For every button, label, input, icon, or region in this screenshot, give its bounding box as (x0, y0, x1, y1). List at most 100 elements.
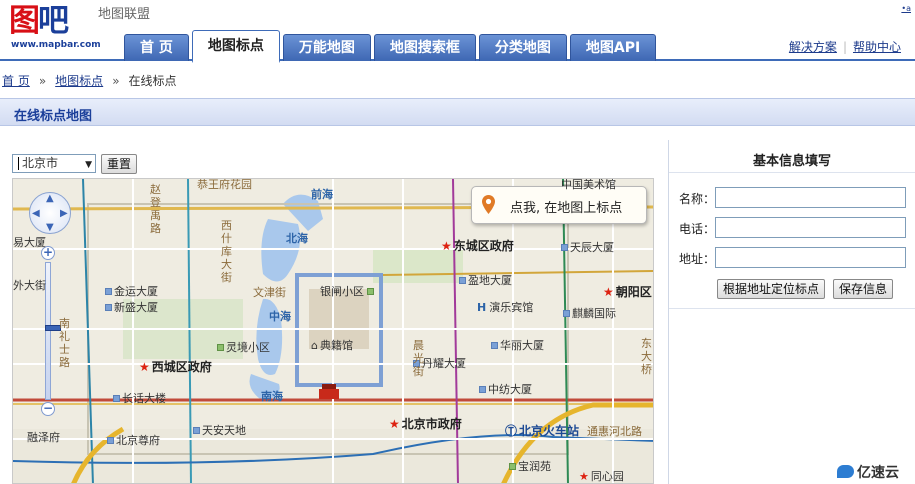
building-icon (459, 277, 466, 284)
site-header: 图吧 www.mapbar.com 地图联盟 •a 首 页 地图标点 万能地图 … (0, 0, 915, 63)
star-icon: ★ (603, 285, 614, 299)
section-title: 在线标点地图 (14, 109, 93, 124)
map-label-text: 西城区政府 (151, 360, 212, 374)
city-select[interactable]: 北京市 ▼ (12, 154, 96, 173)
map-label-text: 同心园 (590, 470, 624, 483)
section-header-bar: 在线标点地图 (0, 98, 915, 126)
map-label: 中纺大厦 (479, 381, 532, 397)
tab-category-map[interactable]: 分类地图 (478, 34, 567, 61)
breadcrumb-arrow: » (112, 74, 120, 88)
map-label: 天安天地 (193, 422, 246, 438)
pan-down-icon[interactable]: ▼ (46, 223, 54, 233)
map-label: 北京尊府 (107, 432, 160, 448)
map-label-text: 华丽大厦 (500, 339, 544, 352)
park-icon (217, 344, 224, 351)
panel-divider (669, 172, 915, 173)
map-label: 南海 (261, 390, 283, 403)
map-label-text: 新盛大厦 (114, 301, 158, 314)
map-label-text: 天辰大厦 (570, 241, 614, 254)
tab-map-search-box[interactable]: 地图搜索框 (373, 34, 476, 61)
map-label: 北海 (286, 232, 308, 245)
map-label: 晨光街 (413, 339, 424, 378)
mark-on-map-button[interactable]: 点我, 在地图上标点 (471, 186, 647, 224)
phone-input[interactable] (715, 217, 906, 238)
map-label: 外大街 (13, 279, 46, 292)
park-icon (367, 288, 374, 295)
map-label: 赵登禹路 (150, 183, 161, 235)
map-label: 华丽大厦 (491, 337, 544, 353)
name-input[interactable] (715, 187, 906, 208)
map-label: 银闸小区 (320, 283, 376, 299)
breadcrumb-arrow: » (38, 74, 47, 88)
map-label: 中国美术馆 (561, 178, 616, 191)
zoom-out-button[interactable]: − (41, 402, 55, 416)
tab-map-mark[interactable]: 地图标点 (191, 30, 280, 63)
star-icon: ★ (579, 470, 589, 483)
address-input[interactable] (715, 247, 906, 268)
map-zoom-control: + − (41, 246, 61, 418)
cloud-logo-icon (837, 465, 854, 478)
pan-left-icon[interactable]: ◀ (32, 209, 40, 219)
map-label: H 演乐宾馆 (477, 299, 533, 315)
building-icon (193, 427, 200, 434)
map-label-text: 天安天地 (202, 424, 246, 437)
map-label-text: 东城区政府 (453, 239, 514, 253)
save-info-button[interactable]: 保存信息 (833, 279, 894, 299)
map-label: ★ 西城区政府 (139, 358, 212, 375)
map-label-text: 银闸小区 (320, 285, 364, 298)
map-label-text: 中纺大厦 (488, 383, 532, 396)
breadcrumb-home[interactable]: 首 页 (2, 74, 30, 88)
star-icon: ★ (441, 239, 452, 253)
map-label-text: 盈地大厦 (468, 274, 512, 287)
landmark-icon: ⌂ (311, 339, 318, 352)
map-label: 天辰大厦 (561, 239, 614, 255)
map-label: 恭王府花园 (197, 178, 252, 191)
map-label-text: 丹耀大厦 (422, 357, 466, 370)
info-panel: 基本信息填写 名称： 电话： 地址： 根据地址定位标点 保存信息 (668, 140, 915, 484)
map-label: 南礼士路 (59, 317, 70, 369)
logo-text: 图吧 (9, 3, 69, 39)
map-label: ★ 朝阳区 (603, 283, 652, 300)
map-label: 易大厦 (13, 236, 46, 249)
link-separator: | (842, 40, 847, 54)
map-label-text: 麒麟国际 (572, 307, 616, 320)
address-label: 地址： (679, 252, 716, 266)
tab-map-api[interactable]: 地图API (569, 34, 657, 61)
map-label: 通惠河北路 (587, 425, 642, 438)
map-label: 融泽府 (27, 431, 60, 444)
mapbar-logo[interactable]: 图吧 www.mapbar.com (9, 2, 101, 52)
map-label: 麒麟国际 (563, 305, 616, 321)
watermark-text: 亿速云 (857, 465, 899, 481)
building-icon (479, 386, 486, 393)
main-tabs: 首 页 地图标点 万能地图 地图搜索框 分类地图 地图API (124, 28, 659, 63)
map-label-text: 灵境小区 (226, 341, 270, 354)
map-label: ★ 东城区政府 (441, 237, 514, 254)
map-label: ★ 北京市政府 (389, 415, 462, 432)
map-label: 盈地大厦 (459, 272, 512, 288)
reset-button[interactable]: 重置 (101, 154, 138, 174)
map-canvas[interactable]: ▲ ▼ ◀ ▶ + − 点我, 在地图上标点 恭王府花园 前海 中国美术馆 易大… (12, 178, 654, 484)
solutions-link[interactable]: 解决方案 (789, 40, 837, 54)
pan-right-icon[interactable]: ▶ (60, 209, 68, 219)
building-icon (105, 304, 112, 311)
map-label: 宝润苑 (509, 458, 551, 474)
building-icon (105, 288, 112, 295)
map-label-text: 北京市政府 (401, 417, 462, 431)
map-label: 东大桥 (641, 337, 652, 376)
help-center-link[interactable]: 帮助中心 (853, 40, 901, 54)
locate-by-address-button[interactable]: 根据地址定位标点 (717, 279, 826, 299)
tab-home[interactable]: 首 页 (124, 34, 189, 61)
tab-universal-map[interactable]: 万能地图 (282, 34, 371, 61)
map-label: 长话大楼 (113, 390, 166, 406)
map-label-text: 典籍馆 (319, 339, 353, 352)
corner-link[interactable]: •a (901, 4, 911, 13)
map-label: 西什库大街 (221, 219, 232, 284)
city-select-value: 北京市 (22, 156, 59, 170)
star-icon: ★ (389, 417, 400, 431)
map-label: ★ 同心园 (579, 468, 624, 483)
map-pan-control[interactable]: ▲ ▼ ◀ ▶ (29, 192, 71, 234)
mark-on-map-label: 点我, 在地图上标点 (510, 201, 623, 216)
panel-divider (669, 308, 915, 309)
breadcrumb-map-mark[interactable]: 地图标点 (55, 74, 103, 88)
pan-up-icon[interactable]: ▲ (46, 194, 54, 204)
